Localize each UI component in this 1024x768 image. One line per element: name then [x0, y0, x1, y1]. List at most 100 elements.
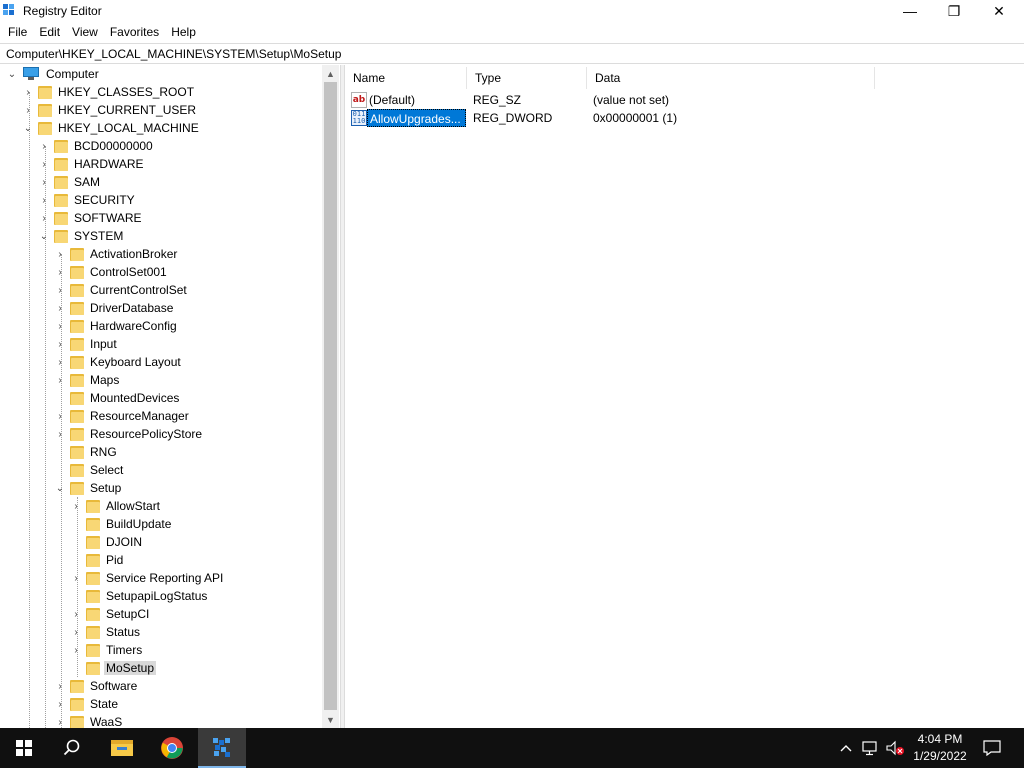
values-list[interactable]: Name Type Data ab (Default) REG_SZ (valu… [345, 65, 1024, 728]
chevron-right-icon[interactable]: › [54, 695, 66, 713]
tree-item-hkey-local-machine[interactable]: ⌄ HKEY_LOCAL_MACHINE [22, 119, 201, 137]
chevron-right-icon[interactable]: › [54, 299, 66, 317]
scroll-up-arrow-icon[interactable]: ▲ [322, 65, 339, 82]
chevron-down-icon[interactable]: ⌄ [38, 227, 50, 245]
taskbar-clock[interactable]: 4:04 PM 1/29/2022 [906, 731, 974, 765]
tree-item-hkey-classes-root[interactable]: › HKEY_CLASSES_ROOT [22, 83, 196, 101]
chevron-right-icon[interactable]: › [38, 155, 50, 173]
tree-item-allowstart[interactable]: › AllowStart [70, 497, 162, 515]
chevron-right-icon[interactable]: › [70, 623, 82, 641]
start-button[interactable] [0, 728, 48, 768]
action-center-icon[interactable] [980, 738, 1004, 758]
tree-item-input[interactable]: › Input [54, 335, 119, 353]
chevron-down-icon[interactable]: ⌄ [54, 479, 66, 497]
tree-item-state[interactable]: › State [54, 695, 120, 713]
value-row[interactable]: ab (Default) REG_SZ (value not set) [345, 91, 1024, 109]
value-row-selected[interactable]: 011 110 AllowUpgrades... REG_DWORD 0x0000… [345, 109, 1024, 127]
chevron-right-icon[interactable]: › [38, 191, 50, 209]
tree-item-software[interactable]: › SOFTWARE [38, 209, 144, 227]
tree-item-security[interactable]: › SECURITY [38, 191, 137, 209]
chevron-right-icon[interactable]: › [70, 569, 82, 587]
tree-item-system[interactable]: ⌄ SYSTEM [38, 227, 125, 245]
tree-item-driverdatabase[interactable]: › DriverDatabase [54, 299, 175, 317]
tree-item-setupci[interactable]: › SetupCI [70, 605, 151, 623]
tree-item-sam[interactable]: › SAM [38, 173, 102, 191]
file-explorer-button[interactable] [98, 728, 146, 768]
tree-item-service-reporting-api[interactable]: › Service Reporting API [70, 569, 225, 587]
tree-item-maps[interactable]: › Maps [54, 371, 121, 389]
chevron-right-icon[interactable]: › [70, 605, 82, 623]
column-header-name[interactable]: Name [345, 67, 467, 89]
chevron-down-icon[interactable]: ⌄ [22, 119, 34, 137]
maximize-button[interactable]: ❐ [931, 0, 977, 22]
column-header-type[interactable]: Type [467, 67, 587, 89]
scroll-thumb[interactable] [324, 82, 337, 710]
tree-label: Software [90, 679, 138, 693]
tree-item-mounteddevices[interactable]: MountedDevices [54, 389, 181, 407]
chevron-right-icon[interactable]: › [54, 425, 66, 443]
tree-item-waas[interactable]: › WaaS [54, 713, 124, 728]
show-hidden-icons-chevron-up-icon[interactable] [838, 738, 854, 758]
tree-item-select[interactable]: Select [54, 461, 125, 479]
menu-favorites[interactable]: Favorites [104, 22, 165, 42]
tree-label: DriverDatabase [90, 301, 174, 315]
chevron-right-icon[interactable]: › [70, 497, 82, 515]
close-button[interactable]: ✕ [976, 0, 1022, 22]
chevron-right-icon[interactable]: › [54, 245, 66, 263]
tree-item-activationbroker[interactable]: › ActivationBroker [54, 245, 179, 263]
chevron-right-icon[interactable]: › [22, 101, 34, 119]
network-icon[interactable] [860, 738, 880, 758]
tree-item-rng[interactable]: RNG [54, 443, 119, 461]
chevron-right-icon[interactable]: › [38, 209, 50, 227]
tree-item-keyboard-layout[interactable]: › Keyboard Layout [54, 353, 183, 371]
tree-item-setup[interactable]: ⌄ Setup [54, 479, 123, 497]
chrome-button[interactable] [148, 728, 196, 768]
tree-item-controlset001[interactable]: › ControlSet001 [54, 263, 169, 281]
tree-item-mosetup[interactable]: MoSetup [70, 659, 157, 677]
menu-help[interactable]: Help [165, 22, 202, 42]
chevron-right-icon[interactable]: › [54, 677, 66, 695]
menu-view[interactable]: View [66, 22, 104, 42]
tree-item-timers[interactable]: › Timers [70, 641, 144, 659]
volume-muted-icon[interactable] [884, 738, 906, 758]
chevron-right-icon[interactable]: › [54, 713, 66, 728]
menu-file[interactable]: File [2, 22, 33, 42]
tree-item-hkey-current-user[interactable]: › HKEY_CURRENT_USER [22, 101, 198, 119]
tree-item-resourcemanager[interactable]: › ResourceManager [54, 407, 191, 425]
tree-item-status[interactable]: › Status [70, 623, 142, 641]
tree-item-hardware[interactable]: › HARDWARE [38, 155, 146, 173]
search-button[interactable] [48, 728, 96, 768]
tree-item-hardwareconfig[interactable]: › HardwareConfig [54, 317, 179, 335]
tree-item-software-system[interactable]: › Software [54, 677, 139, 695]
chevron-right-icon[interactable]: › [70, 641, 82, 659]
chevron-right-icon[interactable]: › [54, 371, 66, 389]
chevron-right-icon[interactable]: › [54, 335, 66, 353]
tree-scrollbar[interactable]: ▲ ▼ [322, 65, 339, 728]
chevron-right-icon[interactable]: › [54, 281, 66, 299]
tree-item-pid[interactable]: Pid [70, 551, 125, 569]
chevron-right-icon[interactable]: › [22, 83, 34, 101]
computer-icon [22, 67, 40, 81]
column-header-data[interactable]: Data [587, 67, 875, 89]
scroll-down-arrow-icon[interactable]: ▼ [322, 711, 339, 728]
menu-edit[interactable]: Edit [33, 22, 66, 42]
tree-item-setupapilogstatus[interactable]: SetupapiLogStatus [70, 587, 209, 605]
menu-bar: File Edit View Favorites Help [0, 22, 1024, 42]
chevron-right-icon[interactable]: › [54, 353, 66, 371]
chevron-right-icon[interactable]: › [54, 407, 66, 425]
chevron-right-icon[interactable]: › [38, 137, 50, 155]
chevron-right-icon[interactable]: › [54, 263, 66, 281]
tree-item-computer[interactable]: ⌄ Computer [6, 65, 101, 83]
chevron-right-icon[interactable]: › [38, 173, 50, 191]
tree-item-resourcepolicystore[interactable]: › ResourcePolicyStore [54, 425, 204, 443]
minimize-button[interactable]: — [887, 0, 933, 22]
key-tree[interactable]: ⌄ Computer › HKEY_CLASSES_ROOT › HKEY_CU… [0, 65, 340, 728]
registry-editor-taskbar-button[interactable] [198, 728, 246, 768]
tree-item-djoin[interactable]: DJOIN [70, 533, 144, 551]
chevron-down-icon[interactable]: ⌄ [6, 65, 18, 83]
address-bar[interactable]: Computer\HKEY_LOCAL_MACHINE\SYSTEM\Setup… [0, 43, 1024, 64]
tree-item-currentcontrolset[interactable]: › CurrentControlSet [54, 281, 189, 299]
tree-item-bcd[interactable]: › BCD00000000 [38, 137, 155, 155]
tree-item-buildupdate[interactable]: BuildUpdate [70, 515, 173, 533]
chevron-right-icon[interactable]: › [54, 317, 66, 335]
